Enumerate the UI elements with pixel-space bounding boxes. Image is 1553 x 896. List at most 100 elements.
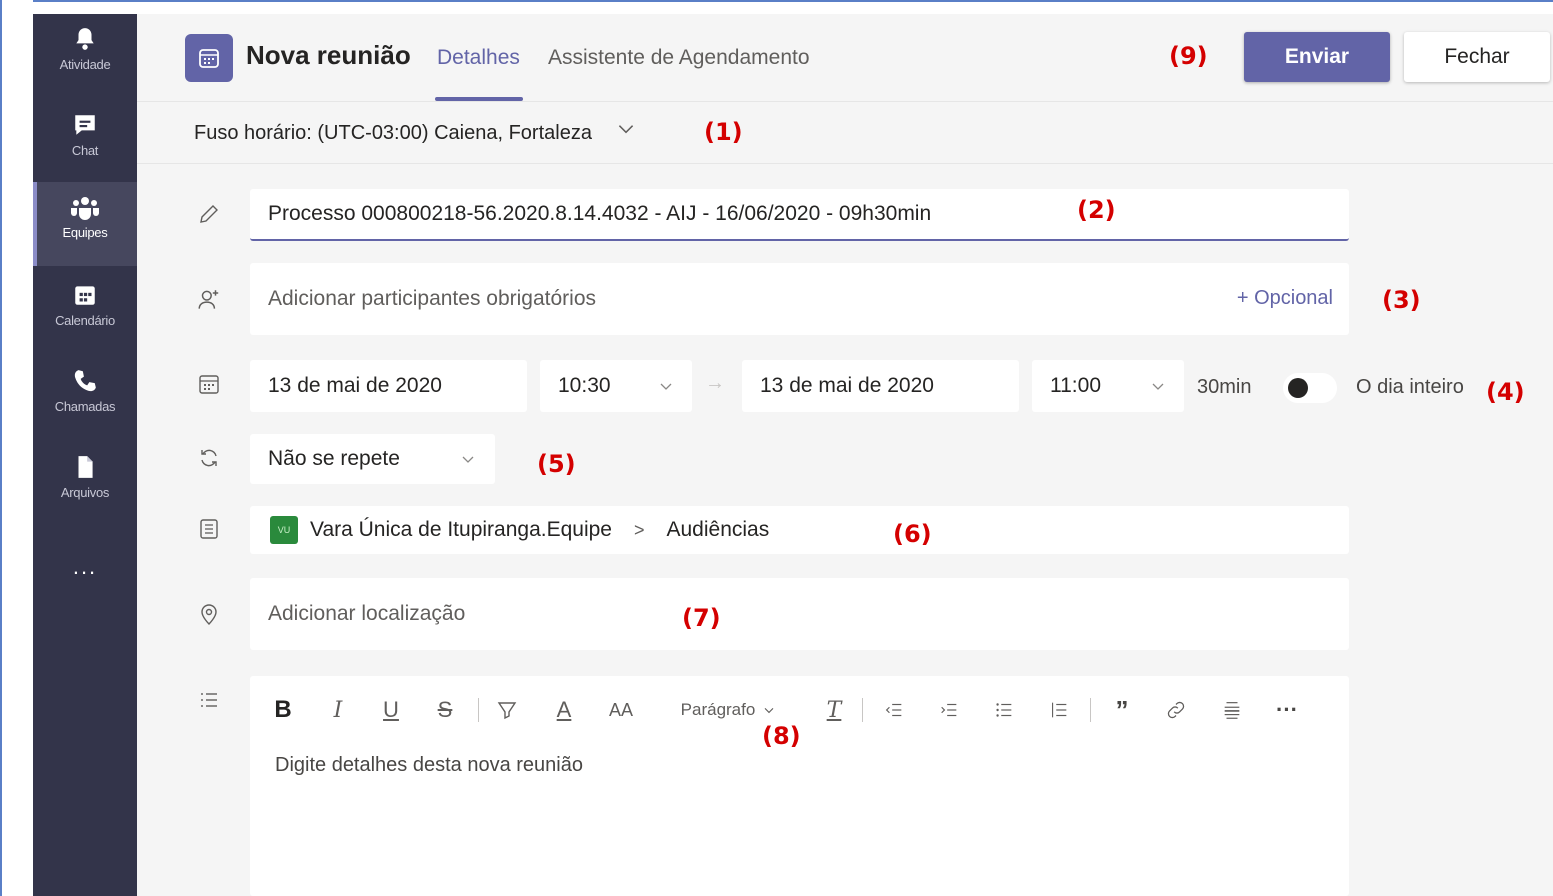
- toggle-knob: [1288, 378, 1308, 398]
- calendar-app-icon: [185, 34, 233, 82]
- details-editor[interactable]: B I U S A AA Parágrafo T ” ··· Digite de…: [250, 676, 1349, 896]
- annotation-6: (6): [893, 520, 932, 548]
- increase-indent-icon[interactable]: [935, 694, 963, 726]
- clear-formatting-icon[interactable]: T: [820, 694, 848, 726]
- end-date-field[interactable]: 13 de mai de 2020: [742, 360, 1019, 412]
- rail-label: Calendário: [55, 313, 115, 328]
- decrease-indent-icon[interactable]: [880, 694, 908, 726]
- active-tab-indicator: [435, 97, 523, 101]
- send-button[interactable]: Enviar: [1244, 32, 1390, 82]
- end-date-value: 13 de mai de 2020: [760, 374, 934, 397]
- timezone-selector[interactable]: Fuso horário: (UTC-03:00) Caiena, Fortal…: [194, 122, 592, 145]
- meeting-form: Nova reunião Detalhes Assistente de Agen…: [137, 14, 1553, 896]
- rail-item-calendar[interactable]: Calendário: [33, 270, 137, 350]
- calendar-row-icon: [195, 370, 223, 398]
- channel-name: Audiências: [666, 518, 770, 541]
- team-avatar: VU: [270, 516, 298, 544]
- channel-icon: [195, 515, 223, 543]
- location-pin-icon: [195, 600, 223, 628]
- attendees-placeholder: Adicionar participantes obrigatórios: [268, 287, 597, 310]
- chevron-down-icon: [458, 449, 478, 475]
- all-day-toggle[interactable]: [1283, 373, 1337, 403]
- subject-field[interactable]: Processo 000800218-56.2020.8.14.4032 - A…: [250, 189, 1349, 241]
- toolbar-divider: [478, 698, 479, 722]
- bold-icon[interactable]: B: [270, 694, 296, 726]
- annotation-8: (8): [762, 722, 801, 750]
- highlight-icon[interactable]: [493, 694, 521, 726]
- subject-value: Processo 000800218-56.2020.8.14.4032 - A…: [268, 202, 932, 225]
- more-apps-button[interactable]: ...: [33, 554, 137, 580]
- teams-icon: [70, 192, 100, 222]
- start-date-field[interactable]: 13 de mai de 2020: [250, 360, 527, 412]
- attendees-field[interactable]: Adicionar participantes obrigatórios + O…: [250, 263, 1349, 335]
- font-size-icon[interactable]: AA: [605, 694, 637, 726]
- rail-item-files[interactable]: Arquivos: [33, 442, 137, 522]
- header: Nova reunião Detalhes Assistente de Agen…: [137, 14, 1553, 102]
- phone-icon: [70, 366, 100, 396]
- add-person-icon: [195, 286, 223, 314]
- optional-attendees-link[interactable]: + Opcional: [1237, 287, 1333, 310]
- rail-label: Chamadas: [54, 399, 116, 414]
- paragraph-label: Parágrafo: [680, 700, 756, 719]
- page-title: Nova reunião: [246, 40, 411, 70]
- rail-item-calls[interactable]: Chamadas: [33, 356, 137, 436]
- details-placeholder: Digite detalhes desta nova reunião: [275, 754, 583, 776]
- start-time-value: 10:30: [558, 374, 611, 397]
- annotation-9: (9): [1169, 42, 1208, 70]
- all-day-label: O dia inteiro: [1356, 376, 1464, 398]
- file-icon: [70, 452, 100, 482]
- team-name: Vara Única de Itupiranga.Equipe: [310, 518, 612, 541]
- annotation-2: (2): [1077, 196, 1116, 224]
- start-time-select[interactable]: 10:30: [540, 360, 692, 412]
- end-time-select[interactable]: 11:00: [1032, 360, 1184, 412]
- rail-item-chat[interactable]: Chat: [33, 100, 137, 180]
- end-time-value: 11:00: [1050, 374, 1101, 397]
- annotation-5: (5): [537, 450, 576, 478]
- rail-label: Atividade: [59, 57, 111, 72]
- tab-details[interactable]: Detalhes: [437, 46, 520, 70]
- annotation-1: (1): [704, 118, 743, 146]
- toolbar-divider: [1090, 698, 1091, 722]
- chevron-right-icon: >: [633, 519, 645, 540]
- location-field[interactable]: Adicionar localização: [250, 578, 1349, 650]
- annotation-3: (3): [1382, 286, 1421, 314]
- bulleted-list-icon[interactable]: [990, 694, 1018, 726]
- details-list-icon: [195, 686, 223, 714]
- quote-icon[interactable]: ”: [1108, 694, 1136, 726]
- underline-icon[interactable]: U: [378, 694, 404, 726]
- start-date-value: 13 de mai de 2020: [268, 374, 442, 397]
- font-color-icon[interactable]: A: [550, 694, 578, 726]
- annotation-4: (4): [1486, 378, 1525, 406]
- repeat-select[interactable]: Não se repete: [250, 434, 495, 484]
- italic-icon[interactable]: I: [325, 694, 351, 726]
- chevron-down-icon: [1148, 376, 1168, 402]
- horizontal-rule-icon[interactable]: [1218, 694, 1246, 726]
- location-placeholder: Adicionar localização: [268, 602, 466, 625]
- close-button[interactable]: Fechar: [1404, 32, 1550, 82]
- tab-scheduling-assistant[interactable]: Assistente de Agendamento: [548, 46, 810, 70]
- chevron-down-icon[interactable]: [615, 118, 637, 145]
- numbered-list-icon[interactable]: [1045, 694, 1073, 726]
- left-strip: [2, 0, 33, 896]
- repeat-value: Não se repete: [268, 447, 400, 470]
- rail-label: Equipes: [62, 225, 108, 240]
- arrow-right-icon: →: [705, 372, 725, 394]
- rail-item-teams[interactable]: Equipes: [33, 182, 137, 266]
- strikethrough-icon[interactable]: S: [432, 694, 458, 726]
- channel-field[interactable]: VU Vara Única de Itupiranga.Equipe > Aud…: [250, 506, 1349, 554]
- repeat-icon: [195, 444, 223, 472]
- app-rail: Atividade Chat Equipes Calendário Chamad…: [33, 14, 137, 896]
- duration-label: 30min: [1197, 376, 1252, 398]
- calendar-icon: [70, 280, 100, 310]
- link-icon[interactable]: [1162, 694, 1190, 726]
- more-options-icon[interactable]: ···: [1272, 694, 1302, 726]
- annotation-7: (7): [682, 604, 721, 632]
- pencil-icon: [195, 200, 223, 228]
- chat-icon: [70, 110, 100, 140]
- toolbar-divider: [862, 698, 863, 722]
- timezone-row: Fuso horário: (UTC-03:00) Caiena, Fortal…: [137, 102, 1553, 164]
- rail-item-activity[interactable]: Atividade: [33, 14, 137, 94]
- rail-label: Chat: [71, 143, 99, 158]
- bell-icon: [70, 24, 100, 54]
- chevron-down-icon: [656, 376, 676, 402]
